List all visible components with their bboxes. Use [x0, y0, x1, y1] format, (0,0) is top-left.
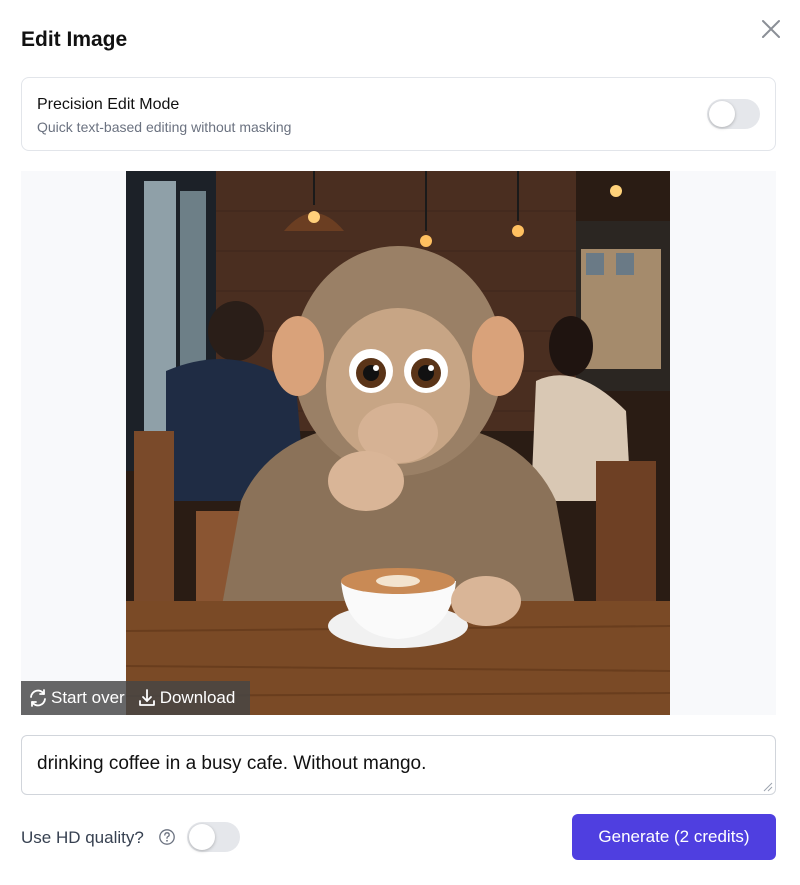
start-over-label: Start over — [51, 688, 125, 707]
generated-image — [126, 171, 670, 715]
help-circle-icon[interactable] — [158, 828, 176, 846]
precision-edit-subtitle: Quick text-based editing without masking — [37, 119, 292, 135]
precision-edit-title: Precision Edit Mode — [37, 96, 180, 113]
image-toolbar: Start over Download — [21, 681, 250, 715]
hd-quality-toggle[interactable] — [187, 822, 240, 852]
close-button[interactable] — [756, 14, 786, 44]
close-icon[interactable] — [761, 19, 781, 39]
start-over-button[interactable]: Start over — [28, 688, 125, 708]
precision-edit-toggle[interactable] — [707, 99, 760, 129]
download-button[interactable]: Download — [137, 688, 236, 708]
image-preview-area: Start over Download — [21, 171, 776, 715]
toggle-knob — [709, 101, 735, 127]
dialog-title: Edit Image — [21, 28, 128, 51]
resize-handle-icon[interactable] — [763, 782, 773, 792]
generate-button[interactable]: Generate (2 credits) — [572, 814, 776, 860]
toggle-knob — [189, 824, 215, 850]
prompt-input[interactable]: drinking coffee in a busy cafe. Without … — [21, 735, 776, 795]
precision-edit-card: Precision Edit Mode Quick text-based edi… — [21, 77, 776, 151]
download-icon — [138, 689, 155, 706]
hd-quality-label: Use HD quality? — [21, 828, 144, 847]
refresh-icon — [30, 689, 46, 707]
download-label: Download — [159, 688, 236, 707]
